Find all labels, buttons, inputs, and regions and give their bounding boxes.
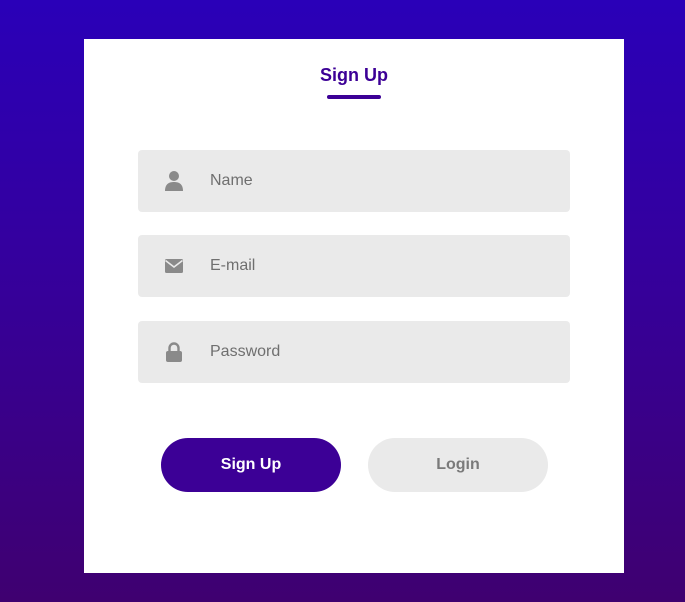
email-input[interactable] (210, 235, 550, 297)
lock-icon (166, 342, 182, 362)
login-button[interactable]: Login (368, 438, 548, 492)
name-input[interactable] (210, 150, 550, 212)
email-field[interactable] (138, 235, 570, 297)
envelope-icon (165, 259, 183, 273)
password-input[interactable] (210, 321, 550, 383)
signup-card: Sign Up Sign Up Login (84, 39, 624, 573)
user-icon (165, 171, 183, 191)
password-field[interactable] (138, 321, 570, 383)
signup-button[interactable]: Sign Up (161, 438, 341, 492)
title-underline (327, 95, 381, 99)
name-field[interactable] (138, 150, 570, 212)
form-title: Sign Up (320, 65, 388, 85)
